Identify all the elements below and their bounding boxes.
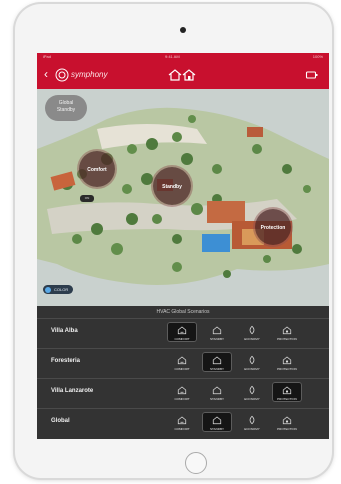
scenario-row: Global COMFORT STANDBY ECONOMY PROTECTION	[37, 408, 329, 435]
home-button[interactable]	[185, 452, 207, 474]
mode-button-protection[interactable]: PROTECTION	[272, 412, 302, 432]
mode-button-economy[interactable]: ECONOMY	[237, 382, 267, 402]
power-icon[interactable]	[305, 68, 319, 82]
area-badge-label: Comfort	[87, 167, 107, 174]
camera-dot	[180, 27, 186, 33]
global-badge-line1: Global	[58, 100, 74, 106]
mode-button-economy[interactable]: ECONOMY	[237, 322, 267, 342]
scenario-row-name: Villa Lanzarote	[51, 388, 94, 394]
status-time: 9:41 AM	[165, 54, 180, 59]
protection-icon	[282, 356, 292, 365]
logo-text: symphony	[71, 70, 108, 79]
protection-icon	[282, 416, 292, 425]
mode-button-label: COMFORT	[174, 337, 190, 341]
area-badge-label: Protection	[260, 225, 286, 232]
mode-button-label: PROTECTION	[277, 427, 297, 431]
area-badge-label: Standby	[162, 184, 182, 191]
protection-icon	[282, 326, 292, 335]
area-badge-protection[interactable]: Protection	[255, 209, 291, 245]
comfort-icon	[177, 326, 187, 335]
scenario-row-name: Foresteria	[51, 358, 81, 364]
standby-icon	[212, 326, 222, 335]
mode-button-label: COMFORT	[174, 427, 190, 431]
scenario-row-name: Global	[51, 418, 70, 424]
app-screen: iPad 9:41 AM 100% ‹ symphony Global Stan…	[37, 53, 329, 439]
comfort-icon	[177, 386, 187, 395]
mode-button-label: ECONOMY	[244, 367, 260, 371]
protection-icon	[282, 386, 292, 395]
global-badge-line2: Standby	[56, 107, 76, 113]
mode-button-label: ECONOMY	[244, 337, 260, 341]
back-icon[interactable]: ‹	[44, 67, 48, 81]
status-bar: iPad 9:41 AM 100%	[37, 53, 329, 61]
mode-button-comfort[interactable]: COMFORT	[167, 322, 197, 342]
global-status-badge[interactable]: Global Standby	[45, 95, 87, 121]
mode-button-comfort[interactable]: COMFORT	[167, 352, 197, 372]
area-badge-comfort[interactable]: Comfort	[79, 151, 115, 187]
mode-button-comfort[interactable]: COMFORT	[167, 412, 197, 432]
standby-icon	[212, 356, 222, 365]
color-toggle-label: COLOR	[54, 287, 69, 292]
standby-icon	[212, 386, 222, 395]
economy-icon	[249, 325, 255, 335]
color-toggle[interactable]: COLOR	[43, 285, 73, 294]
mode-button-label: COMFORT	[174, 397, 190, 401]
mode-button-protection[interactable]: PROTECTION	[272, 382, 302, 402]
economy-icon	[249, 385, 255, 395]
scenarios-panel: HVAC Global Scenarios Villa Alba COMFORT S…	[37, 306, 329, 439]
campus-map[interactable]: Global Standby Comfort Standby Protectio…	[37, 89, 329, 306]
mode-button-standby[interactable]: STANDBY	[202, 382, 232, 402]
homes-icon[interactable]	[167, 67, 197, 83]
mode-button-comfort[interactable]: COMFORT	[167, 382, 197, 402]
mode-button-standby[interactable]: STANDBY	[202, 322, 232, 342]
mode-button-label: COMFORT	[174, 367, 190, 371]
nav-bar: ‹ symphony	[37, 61, 329, 89]
toggle-dot-icon	[45, 286, 51, 293]
mode-button-label: STANDBY	[210, 367, 224, 371]
status-carrier: iPad	[43, 54, 52, 59]
comfort-icon	[177, 356, 187, 365]
mode-button-label: ECONOMY	[244, 427, 260, 431]
comfort-icon	[177, 416, 187, 425]
mode-button-label: PROTECTION	[277, 337, 297, 341]
economy-icon	[249, 415, 255, 425]
scenario-row: Foresteria COMFORT STANDBY ECONOMY PROTECTIO…	[37, 348, 329, 375]
mode-button-label: PROTECTION	[277, 397, 297, 401]
logo-icon	[55, 68, 69, 82]
mode-button-label: ECONOMY	[244, 397, 260, 401]
map-chip[interactable]: ON	[80, 195, 94, 202]
mode-button-protection[interactable]: PROTECTION	[272, 352, 302, 372]
standby-icon	[212, 416, 222, 425]
mode-button-label: PROTECTION	[277, 367, 297, 371]
economy-icon	[249, 355, 255, 365]
scenario-row: Villa Alba COMFORT STANDBY ECONOMY PROTECTIO…	[37, 318, 329, 345]
mode-button-protection[interactable]: PROTECTION	[272, 322, 302, 342]
scenario-row-name: Villa Alba	[51, 328, 78, 334]
mode-button-economy[interactable]: ECONOMY	[237, 412, 267, 432]
status-battery: 100%	[312, 54, 323, 59]
mode-button-label: STANDBY	[210, 337, 224, 341]
mode-button-label: STANDBY	[210, 427, 224, 431]
mode-button-standby[interactable]: STANDBY	[202, 352, 232, 372]
scenario-row: Villa Lanzarote COMFORT STANDBY ECONOMY PROT…	[37, 378, 329, 405]
mode-button-standby[interactable]: STANDBY	[202, 412, 232, 432]
area-badge-standby[interactable]: Standby	[153, 167, 191, 205]
panel-title: HVAC Global Scenarios	[156, 309, 210, 315]
mode-button-label: STANDBY	[210, 397, 224, 401]
mode-button-economy[interactable]: ECONOMY	[237, 352, 267, 372]
